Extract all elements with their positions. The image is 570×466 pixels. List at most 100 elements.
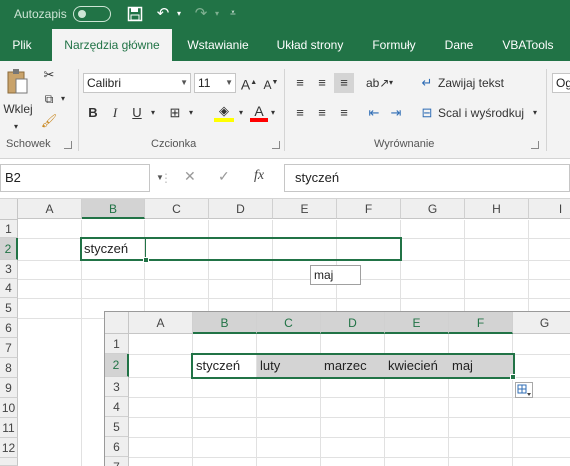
tab-home[interactable]: Narzędzia główne [52,29,172,61]
autofill-options-icon[interactable] [515,382,533,398]
wrap-text-icon[interactable]: ↵ [418,73,436,93]
align-bottom-icon[interactable]: ≡ [334,73,354,93]
number-format-combo[interactable]: Og [552,73,570,93]
row-header-4[interactable]: 4 [105,397,129,417]
align-right-icon[interactable]: ≡ [334,103,354,123]
row-header-10[interactable]: 10 [0,398,18,418]
paste-button[interactable]: Wklej [2,99,34,119]
row-header-12[interactable]: 12 [0,438,18,458]
merge-center-icon[interactable]: ⊟ [418,103,436,123]
fill-handle[interactable] [510,374,516,380]
orientation-icon[interactable]: ab↗ [366,73,389,93]
increase-indent-icon[interactable]: ⇥ [386,103,406,123]
row-header-4[interactable]: 4 [0,279,18,298]
column-header-c[interactable]: C [257,312,321,334]
row-header-9[interactable]: 9 [0,378,18,398]
borders-dropdown-icon[interactable]: ▾ [186,103,196,123]
row-header-6[interactable]: 6 [0,318,18,338]
column-header-b[interactable]: B [82,199,145,219]
row-header-7[interactable]: 7 [105,457,129,466]
column-header-d[interactable]: D [321,312,385,334]
customize-qat-icon[interactable]: ⩡ [226,4,240,24]
column-header-h[interactable]: H [465,199,529,219]
row-header-6[interactable]: 6 [105,437,129,457]
save-icon[interactable] [124,4,146,24]
orientation-dropdown-icon[interactable]: ▾ [386,73,396,93]
row-header-13[interactable] [0,458,18,466]
tab-vbatools[interactable]: VBATools [490,29,566,61]
row-header-1[interactable]: 1 [0,220,18,238]
undo-icon[interactable]: ↶ [152,4,174,24]
decrease-indent-icon[interactable]: ⇤ [364,103,384,123]
tab-file[interactable]: Plik [0,29,44,61]
column-header-g[interactable]: G [401,199,465,219]
redo-dropdown-icon[interactable]: ▾ [212,4,222,24]
font-size-combo[interactable]: 11 ▼ [194,73,236,93]
align-middle-icon[interactable]: ≡ [312,73,332,93]
font-color-icon[interactable]: A [250,101,268,122]
chevron-down-icon[interactable]: ▼ [225,74,233,92]
row-header-5[interactable]: 5 [0,298,18,318]
copy-icon[interactable]: ⧉ [40,89,58,109]
font-launcher-icon[interactable] [272,141,280,149]
row-header-3[interactable]: 3 [105,377,129,397]
cancel-icon[interactable]: ✕ [184,168,196,185]
undo-dropdown-icon[interactable]: ▾ [174,4,184,24]
align-left-icon[interactable]: ≡ [290,103,310,123]
insert-function-icon[interactable]: fx [254,168,264,184]
clipboard-launcher-icon[interactable] [64,141,72,149]
column-header-f[interactable]: F [337,199,401,219]
font-color-dropdown-icon[interactable]: ▾ [268,103,278,123]
cut-icon[interactable]: ✂ [40,65,58,85]
chevron-down-icon[interactable]: ▼ [180,74,188,92]
tab-formulas[interactable]: Formuły [362,29,426,61]
tab-page-layout[interactable]: Układ strony [268,29,352,61]
enter-icon[interactable]: ✓ [218,168,230,185]
row-header-2[interactable]: 2 [105,354,129,377]
underline-button[interactable]: U [128,103,146,123]
fill-handle[interactable] [143,257,149,263]
alignment-launcher-icon[interactable] [531,141,539,149]
column-header-a[interactable]: A [18,199,82,219]
row-header-2[interactable]: 2 [0,238,18,260]
select-all-corner[interactable] [0,199,18,220]
fill-color-icon[interactable]: ◈ [214,101,234,122]
italic-button[interactable]: I [106,103,124,123]
row-header-8[interactable]: 8 [0,358,18,378]
row-header-11[interactable]: 11 [0,418,18,438]
column-header-e[interactable]: E [385,312,449,334]
copy-dropdown-icon[interactable]: ▾ [58,89,68,109]
tab-insert[interactable]: Wstawianie [178,29,258,61]
column-header-f[interactable]: F [449,312,513,334]
column-header-a[interactable]: A [129,312,193,334]
redo-icon[interactable]: ↷ [190,4,212,24]
bold-button[interactable]: B [84,103,102,123]
merge-center-button[interactable]: Scal i wyśrodkuj [438,103,524,123]
merge-dropdown-icon[interactable]: ▾ [530,103,540,123]
row-header-1[interactable]: 1 [105,334,129,354]
fill-color-dropdown-icon[interactable]: ▾ [236,103,246,123]
column-header-e[interactable]: E [273,199,337,219]
align-center-icon[interactable]: ≡ [312,103,332,123]
name-box[interactable]: B2 [0,164,150,192]
borders-icon[interactable]: ⊞ [164,103,186,123]
select-all-corner[interactable] [105,312,129,334]
row-header-7[interactable]: 7 [0,338,18,358]
column-header-i[interactable]: I [529,199,570,219]
underline-dropdown-icon[interactable]: ▾ [148,103,158,123]
row-header-3[interactable]: 3 [0,260,18,279]
column-header-b[interactable]: B [193,312,257,334]
column-header-g[interactable]: G [513,312,570,334]
paste-dropdown-icon[interactable]: ▾ [11,117,21,137]
font-name-combo[interactable]: Calibri ▼ [83,73,191,93]
autosave-toggle[interactable] [73,6,111,22]
row-header-5[interactable]: 5 [105,417,129,437]
paste-icon[interactable] [4,67,30,95]
format-painter-icon[interactable]: 🖌 [40,111,58,131]
align-top-icon[interactable]: ≡ [290,73,310,93]
formula-input[interactable]: styczeń [284,164,570,192]
tab-data[interactable]: Dane [436,29,482,61]
column-header-d[interactable]: D [209,199,273,219]
column-header-c[interactable]: C [145,199,209,219]
wrap-text-button[interactable]: Zawijaj tekst [438,73,504,93]
